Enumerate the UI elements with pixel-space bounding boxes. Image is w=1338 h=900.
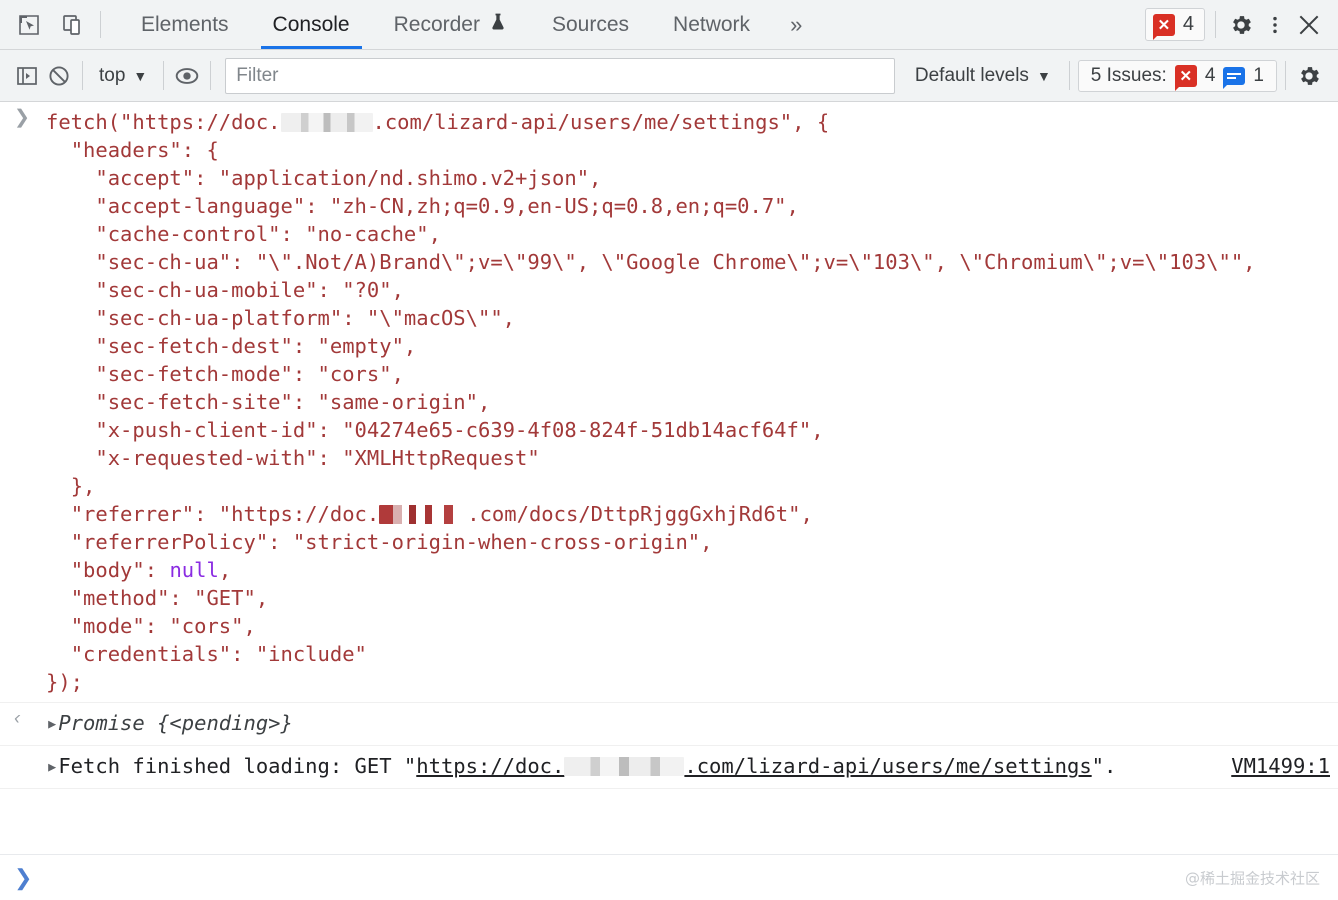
tab-network[interactable]: Network [651,0,772,49]
code-line-11: "sec-fetch-site": "same-origin", [46,390,491,414]
tab-console[interactable]: Console [251,0,372,49]
code-line-17b: , [218,558,232,582]
code-line-6: "sec-ch-ua": "\".Not/A)Brand\";v=\"99\",… [46,250,1256,274]
code-line-12: "x-push-client-id": "04274e65-c639-4f08-… [46,418,824,442]
console-input-message[interactable]: ❯ fetch("https://doc. .com/lizard-api/user… [0,102,1338,703]
code-line-17a: "body": [46,558,170,582]
code-line-10: "sec-fetch-mode": "cors", [46,362,404,386]
code-line-1a: fetch("https://doc. [46,110,281,134]
tabbar-right-divider [1215,11,1216,38]
tab-recorder[interactable]: Recorder [372,0,530,49]
console-result-message[interactable]: ‹ ▸Promise {<pending>} [0,703,1338,746]
error-count-chip[interactable]: ✕ 4 [1144,8,1205,41]
chevron-down-icon: ▼ [1036,67,1051,84]
gear-icon[interactable] [1226,10,1256,40]
error-badge-icon: ✕ [1152,13,1175,40]
tab-console-label: Console [272,12,350,36]
cursor-inspect-icon[interactable] [14,10,44,40]
devtools-tabbar: Elements Console Recorder Sources Networ… [0,0,1338,50]
gear-icon[interactable] [1294,61,1324,91]
log-suffix: ". [1091,754,1117,778]
info-badge-icon [1223,66,1246,89]
code-line-2: "headers": { [46,138,219,162]
issues-label: 5 Issues: [1090,64,1167,86]
code-line-7: "sec-ch-ua-mobile": "?0", [46,278,404,302]
toolbar-divider-5 [1285,61,1286,90]
tab-recorder-label: Recorder [393,12,480,36]
error-count: 4 [1182,13,1194,35]
toolbar-divider-3 [210,61,212,90]
code-line-18: "method": "GET", [46,586,269,610]
tabbar-divider [100,11,101,38]
code-line-20: "credentials": "include" [46,642,367,666]
tab-sources-label: Sources [551,12,630,36]
output-gutter-icon: ‹ [14,708,21,729]
toolbar-divider-1 [82,61,83,90]
issues-error-count: 4 [1204,64,1216,86]
error-badge-icon: ✕ [1174,64,1197,91]
redacted-domain [280,113,373,132]
code-line-9: "sec-fetch-dest": "empty", [46,334,417,358]
code-line-15b: .com/docs/DttpRjggGxhjRd6t", [467,502,813,526]
log-levels-selector[interactable]: Default levels ▼ [905,61,1061,91]
chevron-down-icon: ▼ [133,67,148,84]
tab-network-label: Network [673,12,751,36]
code-line-19: "mode": "cors", [46,614,256,638]
code-line-3: "accept": "application/nd.shimo.v2+json"… [46,166,602,190]
redacted-domain [564,757,685,776]
code-line-14: }, [46,474,96,498]
issues-info-count: 1 [1253,64,1264,86]
more-tabs-button[interactable]: » [772,0,820,49]
console-prompt-row[interactable]: ❯ @稀土掘金技术社区 [0,854,1338,900]
tab-elements[interactable]: Elements [119,0,251,49]
log-url-link-a[interactable]: https://doc. [416,754,564,778]
execution-context-selector[interactable]: top ▼ [91,61,155,91]
code-line-8: "sec-ch-ua-platform": "\"macOS\"", [46,306,516,330]
devtools-tab-list: Elements Console Recorder Sources Networ… [107,0,1145,49]
result-text: Promise {<pending>} [58,711,293,735]
code-line-13: "x-requested-with": "XMLHttpRequest" [46,446,540,470]
device-toggle-icon[interactable] [58,10,88,40]
close-icon[interactable] [1294,10,1324,40]
console-filter-input[interactable] [225,57,895,94]
tab-sources[interactable]: Sources [530,0,651,49]
tab-elements-label: Elements [141,12,229,36]
code-line-4: "accept-language": "zh-CN,zh;q=0.9,en-US… [46,194,799,218]
disclosure-triangle-icon[interactable]: ▸ [46,711,58,735]
watermark: @稀土掘金技术社区 [1184,869,1320,887]
devtools-window: Elements Console Recorder Sources Networ… [0,0,1338,900]
code-line-1b: .com/lizard-api/users/me/settings", { [372,110,830,134]
code-line-15a: "referrer": "https://doc. [46,502,380,526]
redacted-domain [379,505,468,524]
live-expression-icon[interactable] [172,61,202,91]
execution-context-label: top [99,64,126,86]
issues-chip[interactable]: 5 Issues: ✕ 4 1 [1077,59,1277,92]
tabbar-right-actions: ✕ 4 [1144,0,1338,49]
code-literal-null: null [169,558,219,582]
toolbar-divider-4 [1068,61,1070,90]
console-messages[interactable]: ❯ fetch("https://doc. .com/lizard-api/user… [0,102,1338,854]
log-prefix: Fetch finished loading: GET " [58,754,417,778]
clear-console-icon[interactable] [44,61,74,91]
kebab-menu-icon[interactable] [1260,10,1290,40]
flask-icon [488,12,508,38]
input-gutter-icon: ❯ [14,107,30,128]
log-url-link-b[interactable]: .com/lizard-api/users/me/settings [684,754,1091,778]
code-line-21: }); [46,670,84,694]
console-sidebar-icon[interactable] [12,61,42,91]
prompt-carat-icon: ❯ [14,864,33,890]
console-toolbar: top ▼ Default levels ▼ 5 Issues: ✕ 4 1 [0,50,1338,102]
disclosure-triangle-icon[interactable]: ▸ [46,754,58,778]
log-source-link[interactable]: VM1499:1 [1231,752,1330,780]
console-log-message[interactable]: VM1499:1 ▸Fetch finished loading: GET "ht… [0,746,1338,789]
toolbar-divider-2 [163,61,165,90]
code-line-16: "referrerPolicy": "strict-origin-when-cr… [46,530,713,554]
log-levels-label: Default levels [914,64,1029,86]
code-line-5: "cache-control": "no-cache", [46,222,441,246]
tabbar-left-icons [0,0,94,49]
